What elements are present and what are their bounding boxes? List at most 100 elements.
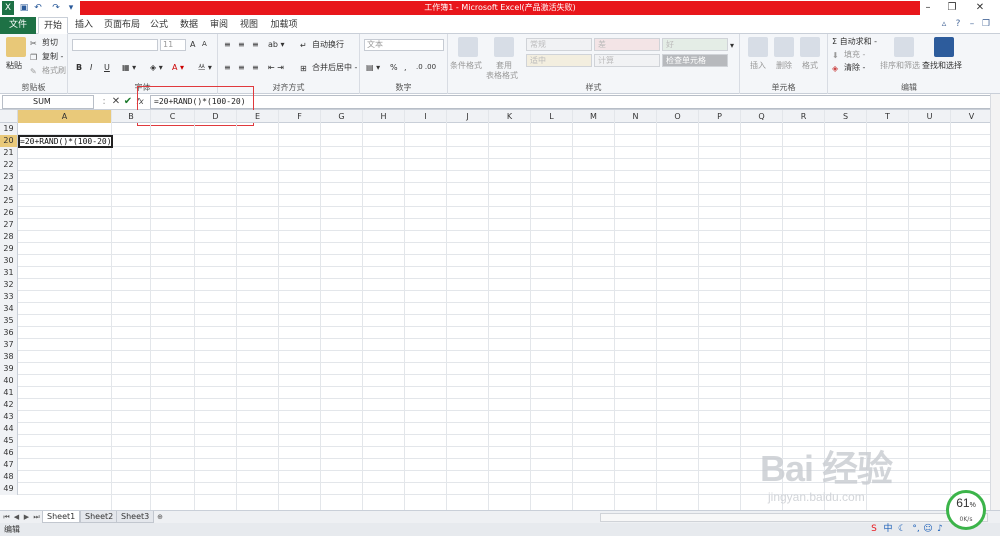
tab-home[interactable]: 开始 xyxy=(38,17,68,34)
column-header-u[interactable]: U xyxy=(909,110,951,123)
paste-icon[interactable] xyxy=(6,37,26,57)
column-header-l[interactable]: L xyxy=(531,110,573,123)
row-header-35[interactable]: 35 xyxy=(0,315,18,327)
ribbon-minimize-icon[interactable]: ▵ xyxy=(938,18,950,30)
tab-formulas[interactable]: 公式 xyxy=(146,17,172,34)
indent-icon[interactable]: ⇤ ⇥ xyxy=(268,62,284,73)
grow-font-button[interactable]: A xyxy=(190,39,195,50)
formula-input[interactable]: =20+RAND()*(100-20) xyxy=(150,95,992,109)
restore-icon[interactable]: ❐ xyxy=(942,0,962,16)
tab-data[interactable]: 数据 xyxy=(176,17,202,34)
column-header-h[interactable]: H xyxy=(363,110,405,123)
sheet-tab-sheet3[interactable]: Sheet3 xyxy=(116,511,155,523)
tab-addins[interactable]: 加载项 xyxy=(266,17,302,34)
column-header-i[interactable]: I xyxy=(405,110,447,123)
row-header-38[interactable]: 38 xyxy=(0,351,18,363)
column-header-j[interactable]: J xyxy=(447,110,489,123)
conditional-format-icon[interactable] xyxy=(458,37,478,57)
column-header-d[interactable]: D xyxy=(195,110,237,123)
row-header-37[interactable]: 37 xyxy=(0,339,18,351)
help-icon[interactable]: ? xyxy=(952,18,964,30)
fill-color-icon[interactable]: ◈ ▾ xyxy=(150,62,163,73)
font-color-icon[interactable]: A ▾ xyxy=(172,62,184,73)
tab-page-layout[interactable]: 页面布局 xyxy=(102,17,142,34)
column-header-s[interactable]: S xyxy=(825,110,867,123)
row-header-30[interactable]: 30 xyxy=(0,255,18,267)
number-format-combo[interactable]: 文本 xyxy=(364,39,444,51)
window-minimize-icon[interactable]: – xyxy=(966,18,978,30)
new-sheet-icon[interactable]: ⊕ xyxy=(154,512,166,523)
clear-button[interactable]: ◈ 清除 - xyxy=(832,62,865,73)
row-header-43[interactable]: 43 xyxy=(0,411,18,423)
delete-cells-button[interactable]: 删除 xyxy=(776,60,792,71)
autosum-button[interactable]: Σ 自动求和 - xyxy=(832,36,877,47)
row-header-45[interactable]: 45 xyxy=(0,435,18,447)
style-good[interactable]: 好 xyxy=(662,38,728,51)
column-header-k[interactable]: K xyxy=(489,110,531,123)
percent-button[interactable]: % xyxy=(390,62,398,73)
format-painter-button[interactable]: ✎ 格式刷 xyxy=(30,65,66,76)
column-header-o[interactable]: O xyxy=(657,110,699,123)
save-icon[interactable]: ▣ xyxy=(18,1,30,15)
expand-icon[interactable]: : xyxy=(98,95,110,109)
column-header-f[interactable]: F xyxy=(279,110,321,123)
tab-view[interactable]: 视图 xyxy=(236,17,262,34)
tab-file[interactable]: 文件 xyxy=(0,17,36,34)
align-left-icon[interactable]: ≡ xyxy=(224,62,231,73)
style-bad[interactable]: 差 xyxy=(594,38,660,51)
column-header-v[interactable]: V xyxy=(951,110,993,123)
customize-icon[interactable]: ▾ xyxy=(66,1,76,15)
fill-button[interactable]: ⬇ 填充 - xyxy=(832,49,865,60)
row-header-19[interactable]: 19 xyxy=(0,123,18,135)
underline-button[interactable]: U xyxy=(104,62,110,73)
row-header-48[interactable]: 48 xyxy=(0,471,18,483)
row-header-26[interactable]: 26 xyxy=(0,207,18,219)
row-header-46[interactable]: 46 xyxy=(0,447,18,459)
align-bottom-icon[interactable]: ≡ xyxy=(252,39,259,50)
sheet-tab-sheet1[interactable]: Sheet1 xyxy=(42,511,81,523)
row-header-41[interactable]: 41 xyxy=(0,387,18,399)
row-header-23[interactable]: 23 xyxy=(0,171,18,183)
insert-cells-icon[interactable] xyxy=(748,37,768,57)
row-header-47[interactable]: 47 xyxy=(0,459,18,471)
column-header-b[interactable]: B xyxy=(112,110,151,123)
comma-button[interactable]: , xyxy=(404,62,407,73)
align-center-icon[interactable]: ≡ xyxy=(238,62,245,73)
column-header-m[interactable]: M xyxy=(573,110,615,123)
tab-review[interactable]: 审阅 xyxy=(206,17,232,34)
enter-button[interactable]: ✔ xyxy=(122,95,134,109)
close-icon[interactable]: ✕ xyxy=(970,0,990,16)
style-check-cell[interactable]: 检查单元格 xyxy=(662,54,728,67)
row-header-28[interactable]: 28 xyxy=(0,231,18,243)
select-all-corner[interactable] xyxy=(0,110,18,123)
align-right-icon[interactable]: ≡ xyxy=(252,62,259,73)
row-header-29[interactable]: 29 xyxy=(0,243,18,255)
punctuation-icon[interactable]: °, xyxy=(910,523,922,536)
column-header-t[interactable]: T xyxy=(867,110,909,123)
window-restore-icon[interactable]: ❐ xyxy=(980,18,992,30)
sheet-tab-sheet2[interactable]: Sheet2 xyxy=(80,511,119,523)
row-header-20[interactable]: 20 xyxy=(0,135,18,147)
column-header-c[interactable]: C xyxy=(151,110,195,123)
sort-filter-icon[interactable] xyxy=(894,37,914,57)
orientation-icon[interactable]: ab ▾ xyxy=(268,39,285,50)
delete-cells-icon[interactable] xyxy=(774,37,794,57)
cut-button[interactable]: ✂ 剪切 xyxy=(30,37,58,48)
cancel-button[interactable]: ✕ xyxy=(110,95,122,109)
sort-filter-button[interactable]: 排序和筛选 xyxy=(880,60,920,71)
insert-cells-button[interactable]: 插入 xyxy=(750,60,766,71)
row-header-42[interactable]: 42 xyxy=(0,399,18,411)
style-normal[interactable]: 常规 xyxy=(526,38,592,51)
row-header-36[interactable]: 36 xyxy=(0,327,18,339)
style-neutral[interactable]: 适中 xyxy=(526,54,592,67)
minimize-icon[interactable]: – xyxy=(918,0,938,16)
column-header-q[interactable]: Q xyxy=(741,110,783,123)
row-header-49[interactable]: 49 xyxy=(0,483,18,495)
name-box[interactable]: SUM xyxy=(2,95,94,109)
ime-label[interactable]: 中 xyxy=(882,523,894,536)
last-sheet-icon[interactable]: ⏭ xyxy=(32,512,41,523)
font-name-combo[interactable] xyxy=(72,39,158,51)
redo-icon[interactable]: ↷ xyxy=(50,1,62,15)
prev-sheet-icon[interactable]: ◀ xyxy=(12,512,21,523)
styles-more-icon[interactable]: ▾ xyxy=(730,40,734,51)
